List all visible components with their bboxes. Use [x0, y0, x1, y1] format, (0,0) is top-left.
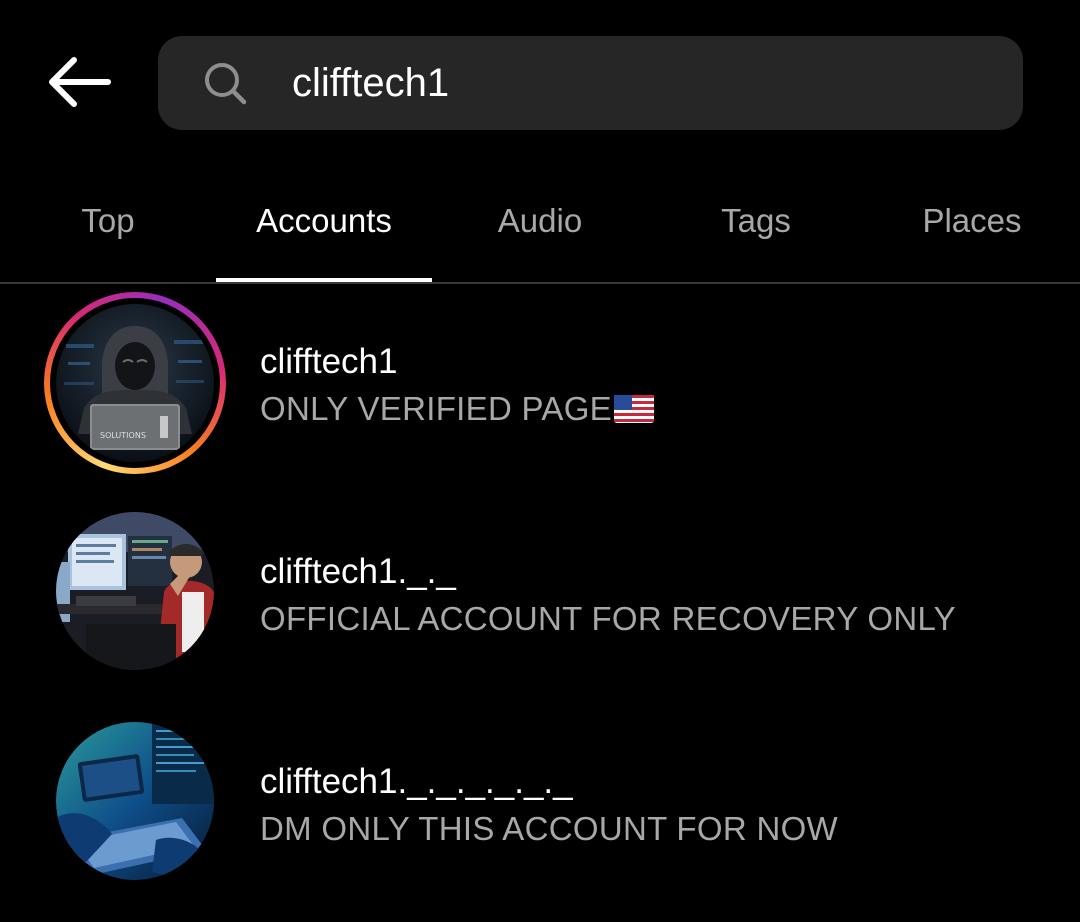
- account-result-row[interactable]: clifftech1._._._._._._ DM ONLY THIS ACCO…: [0, 708, 1080, 898]
- tab-audio-label: Audio: [497, 202, 583, 239]
- account-bio: DM ONLY THIS ACCOUNT FOR NOW: [260, 810, 839, 847]
- search-tabs: Top Accounts Audio Tags Places: [0, 180, 1080, 284]
- tab-top[interactable]: Top: [0, 180, 216, 280]
- avatar[interactable]: [44, 512, 226, 694]
- account-bio: ONLY VERIFIED PAGE: [260, 390, 654, 428]
- svg-text:SOLUTIONS: SOLUTIONS: [100, 431, 146, 440]
- hands-on-laptop-avatar-icon: [56, 722, 214, 880]
- tab-audio[interactable]: Audio: [432, 180, 648, 280]
- search-input[interactable]: [292, 36, 972, 130]
- tabs-divider: [0, 282, 1080, 284]
- arrow-left-icon: [49, 57, 111, 107]
- avatar[interactable]: [44, 722, 226, 904]
- account-result-row[interactable]: SOLUTIONS clifftech1 ONLY VERIFIED PAGE: [0, 288, 1080, 478]
- tab-accounts[interactable]: Accounts: [216, 180, 432, 280]
- tab-places[interactable]: Places: [864, 180, 1080, 280]
- account-username: clifftech1._._._._._._: [260, 762, 573, 801]
- tab-tags-label: Tags: [721, 202, 791, 239]
- account-username: clifftech1._._: [260, 552, 456, 591]
- hooded-hacker-avatar-icon: SOLUTIONS: [56, 304, 214, 462]
- account-result-row[interactable]: clifftech1._._ OFFICIAL ACCOUNT FOR RECO…: [0, 498, 1080, 688]
- search-bar[interactable]: [158, 36, 1023, 130]
- man-at-computer-avatar-icon: [56, 512, 214, 670]
- tab-places-label: Places: [922, 202, 1022, 239]
- account-bio-text: ONLY VERIFIED PAGE: [260, 390, 612, 427]
- us-flag-icon: [614, 395, 654, 423]
- tab-tags[interactable]: Tags: [648, 180, 864, 280]
- back-button[interactable]: [40, 50, 118, 114]
- tab-top-label: Top: [81, 202, 135, 239]
- search-icon: [205, 63, 247, 105]
- account-bio: OFFICIAL ACCOUNT FOR RECOVERY ONLY: [260, 600, 956, 637]
- account-username: clifftech1: [260, 342, 398, 381]
- avatar[interactable]: SOLUTIONS: [44, 292, 226, 474]
- tab-accounts-label: Accounts: [256, 202, 392, 239]
- search-header: [0, 0, 1080, 160]
